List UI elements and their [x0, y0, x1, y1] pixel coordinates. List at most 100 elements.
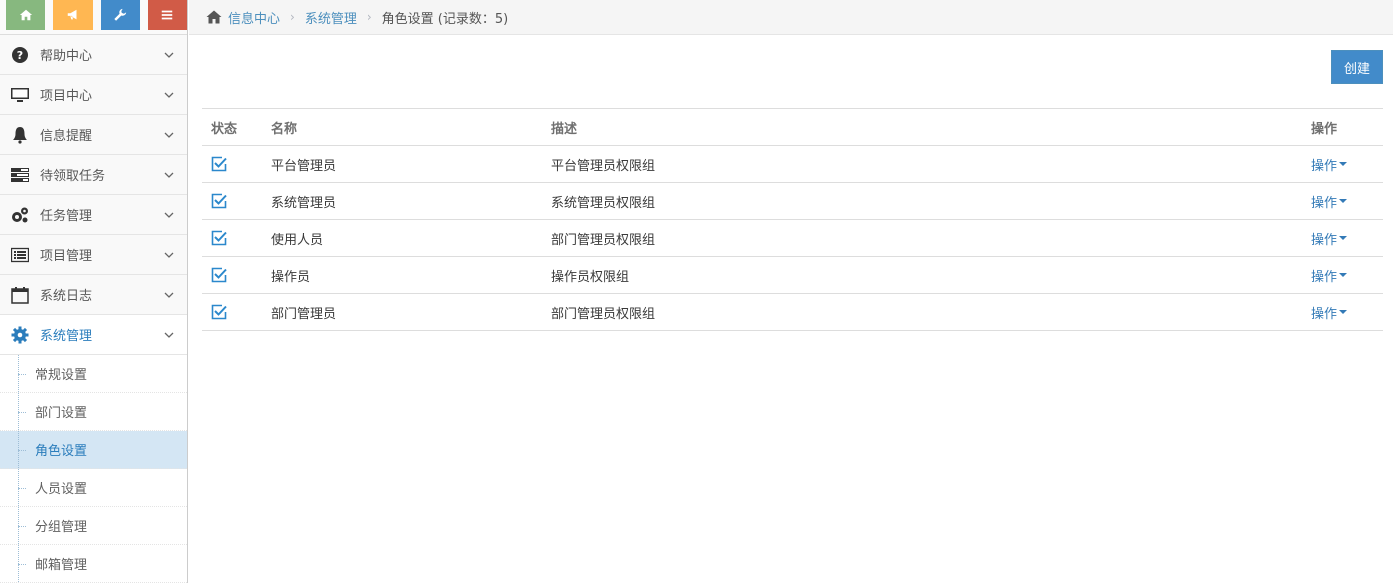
chevron-down-icon	[164, 292, 174, 298]
sidebar-item-label: 项目管理	[40, 249, 93, 264]
sidebar-nav: ? 帮助中心 项目中心 信息提醒 待领取任务 任务管理 项目管理 系统日志 系统…	[0, 35, 187, 355]
tasks-icon	[10, 166, 30, 184]
operation-cell: 操作	[1302, 219, 1383, 257]
sidebar-item-label: 帮助中心	[40, 49, 93, 64]
question-circle-icon: ?	[10, 46, 30, 64]
caret-down-icon	[1339, 273, 1348, 277]
sidebar-item-label: 待领取任务	[40, 169, 106, 184]
sidebar-submenu: 常规设置 部门设置 角色设置 人员设置 分组管理 邮箱管理	[0, 355, 187, 583]
column-header-name: 名称	[262, 108, 542, 146]
operation-dropdown[interactable]: 操作	[1311, 266, 1348, 285]
sidebar-item-project-management[interactable]: 项目管理	[0, 235, 187, 275]
checkbox-checked-icon[interactable]	[211, 156, 227, 172]
bullhorn-icon	[67, 9, 77, 20]
operation-cell: 操作	[1302, 182, 1383, 220]
sidebar-item-label: 任务管理	[40, 209, 93, 224]
create-button[interactable]: 创建	[1331, 50, 1383, 84]
role-description: 部门管理员权限组	[542, 219, 1302, 257]
sidebar-item-project-center[interactable]: 项目中心	[0, 75, 187, 115]
role-name: 使用人员	[262, 219, 542, 257]
caret-down-icon	[1339, 310, 1348, 314]
operation-cell: 操作	[1302, 145, 1383, 183]
column-header-operation: 操作	[1302, 108, 1383, 146]
calendar-icon	[10, 286, 30, 304]
breadcrumb: 信息中心 › 系统管理 › 角色设置 (记录数：5)	[189, 0, 1393, 35]
table-row: 使用人员 部门管理员权限组 操作	[202, 219, 1383, 257]
breadcrumb-section-link[interactable]: 系统管理	[305, 8, 357, 27]
sidebar-subitem-mailbox-management[interactable]: 邮箱管理	[0, 545, 187, 583]
operation-dropdown[interactable]: 操作	[1311, 192, 1348, 211]
table-row: 操作员 操作员权限组 操作	[202, 256, 1383, 294]
sidebar-item-task-management[interactable]: 任务管理	[0, 195, 187, 235]
role-name: 部门管理员	[262, 293, 542, 331]
caret-down-icon	[1339, 199, 1348, 203]
sidebar-item-label: 信息提醒	[40, 129, 93, 144]
chevron-down-icon	[164, 52, 174, 58]
sidebar-subitem-general-settings[interactable]: 常规设置	[0, 355, 187, 393]
status-cell	[202, 256, 262, 294]
checkbox-checked-icon[interactable]	[211, 230, 227, 246]
role-name: 平台管理员	[262, 145, 542, 183]
sidebar-item-help[interactable]: ? 帮助中心	[0, 35, 187, 75]
table-row: 部门管理员 部门管理员权限组 操作	[202, 293, 1383, 331]
sidebar-item-label: 项目中心	[40, 89, 93, 104]
table-row: 平台管理员 平台管理员权限组 操作	[202, 145, 1383, 183]
operation-dropdown[interactable]: 操作	[1311, 303, 1348, 322]
operation-label: 操作	[1311, 306, 1338, 322]
role-description: 操作员权限组	[542, 256, 1302, 294]
sidebar-item-pending-tasks[interactable]: 待领取任务	[0, 155, 187, 195]
checkbox-checked-icon[interactable]	[211, 267, 227, 283]
chevron-down-icon	[164, 132, 174, 138]
operation-cell: 操作	[1302, 256, 1383, 294]
sidebar-item-label: 系统日志	[40, 289, 93, 304]
role-description: 部门管理员权限组	[542, 293, 1302, 331]
breadcrumb-home-link[interactable]: 信息中心	[228, 8, 280, 27]
chevron-down-icon	[164, 332, 174, 338]
sidebar-subitem-department-settings[interactable]: 部门设置	[0, 393, 187, 431]
sidebar-item-notifications[interactable]: 信息提醒	[0, 115, 187, 155]
home-icon	[19, 9, 32, 21]
chevron-down-icon	[164, 172, 174, 178]
shortcut-home-button[interactable]	[6, 0, 46, 30]
desktop-icon	[10, 86, 30, 104]
status-cell	[202, 219, 262, 257]
operation-label: 操作	[1311, 232, 1338, 248]
sidebar-shortcuts	[0, 0, 187, 35]
sidebar-subitem-role-settings[interactable]: 角色设置	[0, 431, 187, 469]
chevron-right-icon: ›	[366, 10, 372, 24]
caret-down-icon	[1339, 236, 1348, 240]
chevron-down-icon	[164, 252, 174, 258]
checkbox-checked-icon[interactable]	[211, 193, 227, 209]
column-header-status: 状态	[202, 108, 262, 146]
role-name: 系统管理员	[262, 182, 542, 220]
column-header-description: 描述	[542, 108, 1302, 146]
operation-label: 操作	[1311, 158, 1338, 174]
chevron-down-icon	[164, 92, 174, 98]
sidebar-item-label: 系统管理	[40, 329, 93, 344]
menu-icon	[162, 10, 173, 20]
sidebar-subitem-user-settings[interactable]: 人员设置	[0, 469, 187, 507]
shortcut-menu-button[interactable]	[147, 0, 187, 30]
roles-table: 状态 名称 描述 操作 平台管理员 平台管理员权限组 操作 系统管理员 系统管理…	[202, 108, 1383, 331]
operation-dropdown[interactable]: 操作	[1311, 229, 1348, 248]
shortcut-bullhorn-button[interactable]	[53, 0, 93, 30]
caret-down-icon	[1339, 162, 1348, 166]
operation-dropdown[interactable]: 操作	[1311, 155, 1348, 174]
home-icon	[206, 10, 222, 24]
table-row: 系统管理员 系统管理员权限组 操作	[202, 182, 1383, 220]
sidebar: ? 帮助中心 项目中心 信息提醒 待领取任务 任务管理 项目管理 系统日志 系统…	[0, 0, 188, 583]
checkbox-checked-icon[interactable]	[211, 304, 227, 320]
shortcut-wrench-button[interactable]	[100, 0, 140, 30]
status-cell	[202, 293, 262, 331]
sidebar-item-system-management[interactable]: 系统管理	[0, 315, 187, 355]
operation-label: 操作	[1311, 269, 1338, 285]
main-content: 创建 状态 名称 描述 操作 平台管理员 平台管理员权限组 操作 系统管理员 系…	[189, 35, 1393, 583]
sidebar-item-system-log[interactable]: 系统日志	[0, 275, 187, 315]
operation-label: 操作	[1311, 195, 1338, 211]
cog-icon	[10, 326, 30, 344]
wrench-icon	[114, 8, 127, 21]
role-description: 平台管理员权限组	[542, 145, 1302, 183]
sidebar-subitem-group-management[interactable]: 分组管理	[0, 507, 187, 545]
svg-text:?: ?	[17, 49, 23, 62]
status-cell	[202, 145, 262, 183]
